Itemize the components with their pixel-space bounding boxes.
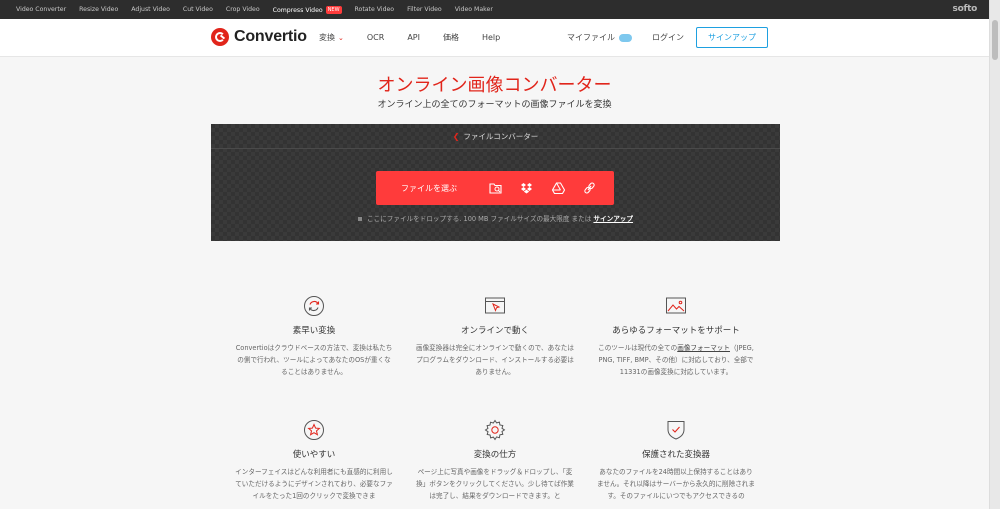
softo-logo[interactable]: softo [953,4,978,14]
top-link-rotate-video[interactable]: Rotate Video [355,6,395,13]
feature-title: 変換の仕方 [473,450,517,460]
feature-description: インターフェイスはどんな利用者にも直感的に利用していただけるようにデザインされて… [235,468,393,500]
main-nav: Convertio 変換 ⌄ OCR API 価格 Help マイファイル ログイ… [0,19,989,57]
gear-icon [484,419,506,441]
feature-description: ページ上に写真や画像をドラッグ＆ドロップし、「変換」ボタンをクリックしてください… [416,468,574,500]
converter-box[interactable]: ❮ ファイルコンバーター ファイルを選ぶ ここにファイルをドロップする. 100… [211,124,780,241]
login-link[interactable]: ログイン [652,32,684,43]
google-drive-icon[interactable] [551,181,565,195]
top-tool-links: Video Converter Resize Video Adjust Video C… [0,5,506,14]
nav-menu: 変換 ⌄ OCR API 価格 Help [319,32,523,43]
drop-zone-text: ここにファイルをドロップする. 100 MB ファイルサイズの最大限度 または … [211,213,780,223]
refresh-icon [303,295,325,317]
feature-description: このツールは現代の全ての画像フォーマット（JPEG, PNG, TIFF, BM… [598,344,754,376]
my-files-toggle-icon [619,33,632,42]
chevron-down-icon: ⌄ [338,34,344,42]
top-link-resize-video[interactable]: Resize Video [79,6,118,13]
nav-right: マイファイル ログイン サインアップ [567,27,768,48]
logo-text: Convertio [234,28,307,45]
nav-api[interactable]: API [407,33,420,42]
breadcrumb-label[interactable]: ファイルコンバーター [463,131,538,142]
page-subtitle: オンライン上の全てのフォーマットの画像ファイルを変換 [377,100,612,110]
feature-works-online: オンラインで動く 画像変換器は完全にオンラインで動くので、あなたはプログラムをダ… [415,295,575,378]
feature-title: 素早い変換 [292,326,336,336]
chevron-left-icon[interactable]: ❮ [453,132,460,141]
dropbox-icon[interactable] [520,181,533,195]
scrollbar-thumb[interactable] [992,20,998,60]
convertio-logo-icon [211,28,229,46]
image-icon [665,295,687,317]
lock-icon [358,217,362,221]
feature-description: あなたのファイルを24時間以上保持することはありません。それ以降はサーバーから永… [597,468,755,500]
drop-signup-link[interactable]: サインアップ [593,215,633,223]
feature-all-formats: あらゆるフォーマットをサポート このツールは現代の全ての画像フォーマット（JPE… [596,295,756,378]
my-files-link[interactable]: マイファイル [567,32,632,43]
feature-fast-conversion: 素早い変換 Convertioはクラウドベースの方法で、変換は私たちの側で行われ… [234,295,394,378]
computer-folder-icon[interactable] [489,181,502,195]
nav-help[interactable]: Help [482,33,500,42]
shield-icon [665,419,687,441]
top-tool-bar: Video Converter Resize Video Adjust Video C… [0,0,989,19]
nav-convert[interactable]: 変換 ⌄ [319,32,344,43]
feature-title: 保護された変換器 [641,450,710,460]
new-badge: NEW [325,5,342,14]
top-link-filter-video[interactable]: Filter Video [407,6,442,13]
page-title: オンライン画像コンバーター [377,75,612,96]
feature-description: 画像変換器は完全にオンラインで動くので、あなたはプログラムをダウンロード、インス… [416,344,574,376]
top-link-video-maker[interactable]: Video Maker [455,6,493,13]
star-icon [303,419,325,441]
feature-title: オンラインで動く [460,326,529,336]
vertical-scrollbar[interactable] [989,0,1000,509]
top-link-compress-video[interactable]: Compress Video NEW [273,5,342,14]
signup-button[interactable]: サインアップ [696,27,768,48]
browser-cursor-icon [484,295,506,317]
choose-files-bar: ファイルを選ぶ [376,171,614,205]
breadcrumb: ❮ ファイルコンバーター [211,124,780,149]
feature-how-to-convert: 変換の仕方 ページ上に写真や画像をドラッグ＆ドロップし、「変換」ボタンをクリック… [415,419,575,502]
feature-secure-converter: 保護された変換器 あなたのファイルを24時間以上保持することはありません。それ以… [596,419,756,502]
nav-ocr[interactable]: OCR [367,33,384,42]
top-link-cut-video[interactable]: Cut Video [183,6,213,13]
feature-description: Convertioはクラウドベースの方法で、変換は私たちの側で行われ、ツールによ… [235,344,393,376]
nav-pricing[interactable]: 価格 [443,32,459,43]
top-link-crop-video[interactable]: Crop Video [226,6,260,13]
top-link-video-converter[interactable]: Video Converter [16,6,66,13]
feature-title: あらゆるフォーマットをサポート [612,326,740,336]
choose-files-button[interactable]: ファイルを選ぶ [401,183,457,194]
url-link-icon[interactable] [583,181,596,195]
top-link-adjust-video[interactable]: Adjust Video [131,6,170,13]
feature-easy-to-use: 使いやすい インターフェイスはどんな利用者にも直感的に利用していただけるようにデ… [234,419,394,502]
convertio-logo[interactable]: Convertio [211,28,307,46]
image-formats-link[interactable]: 画像フォーマット [677,344,730,352]
feature-title: 使いやすい [292,450,336,460]
